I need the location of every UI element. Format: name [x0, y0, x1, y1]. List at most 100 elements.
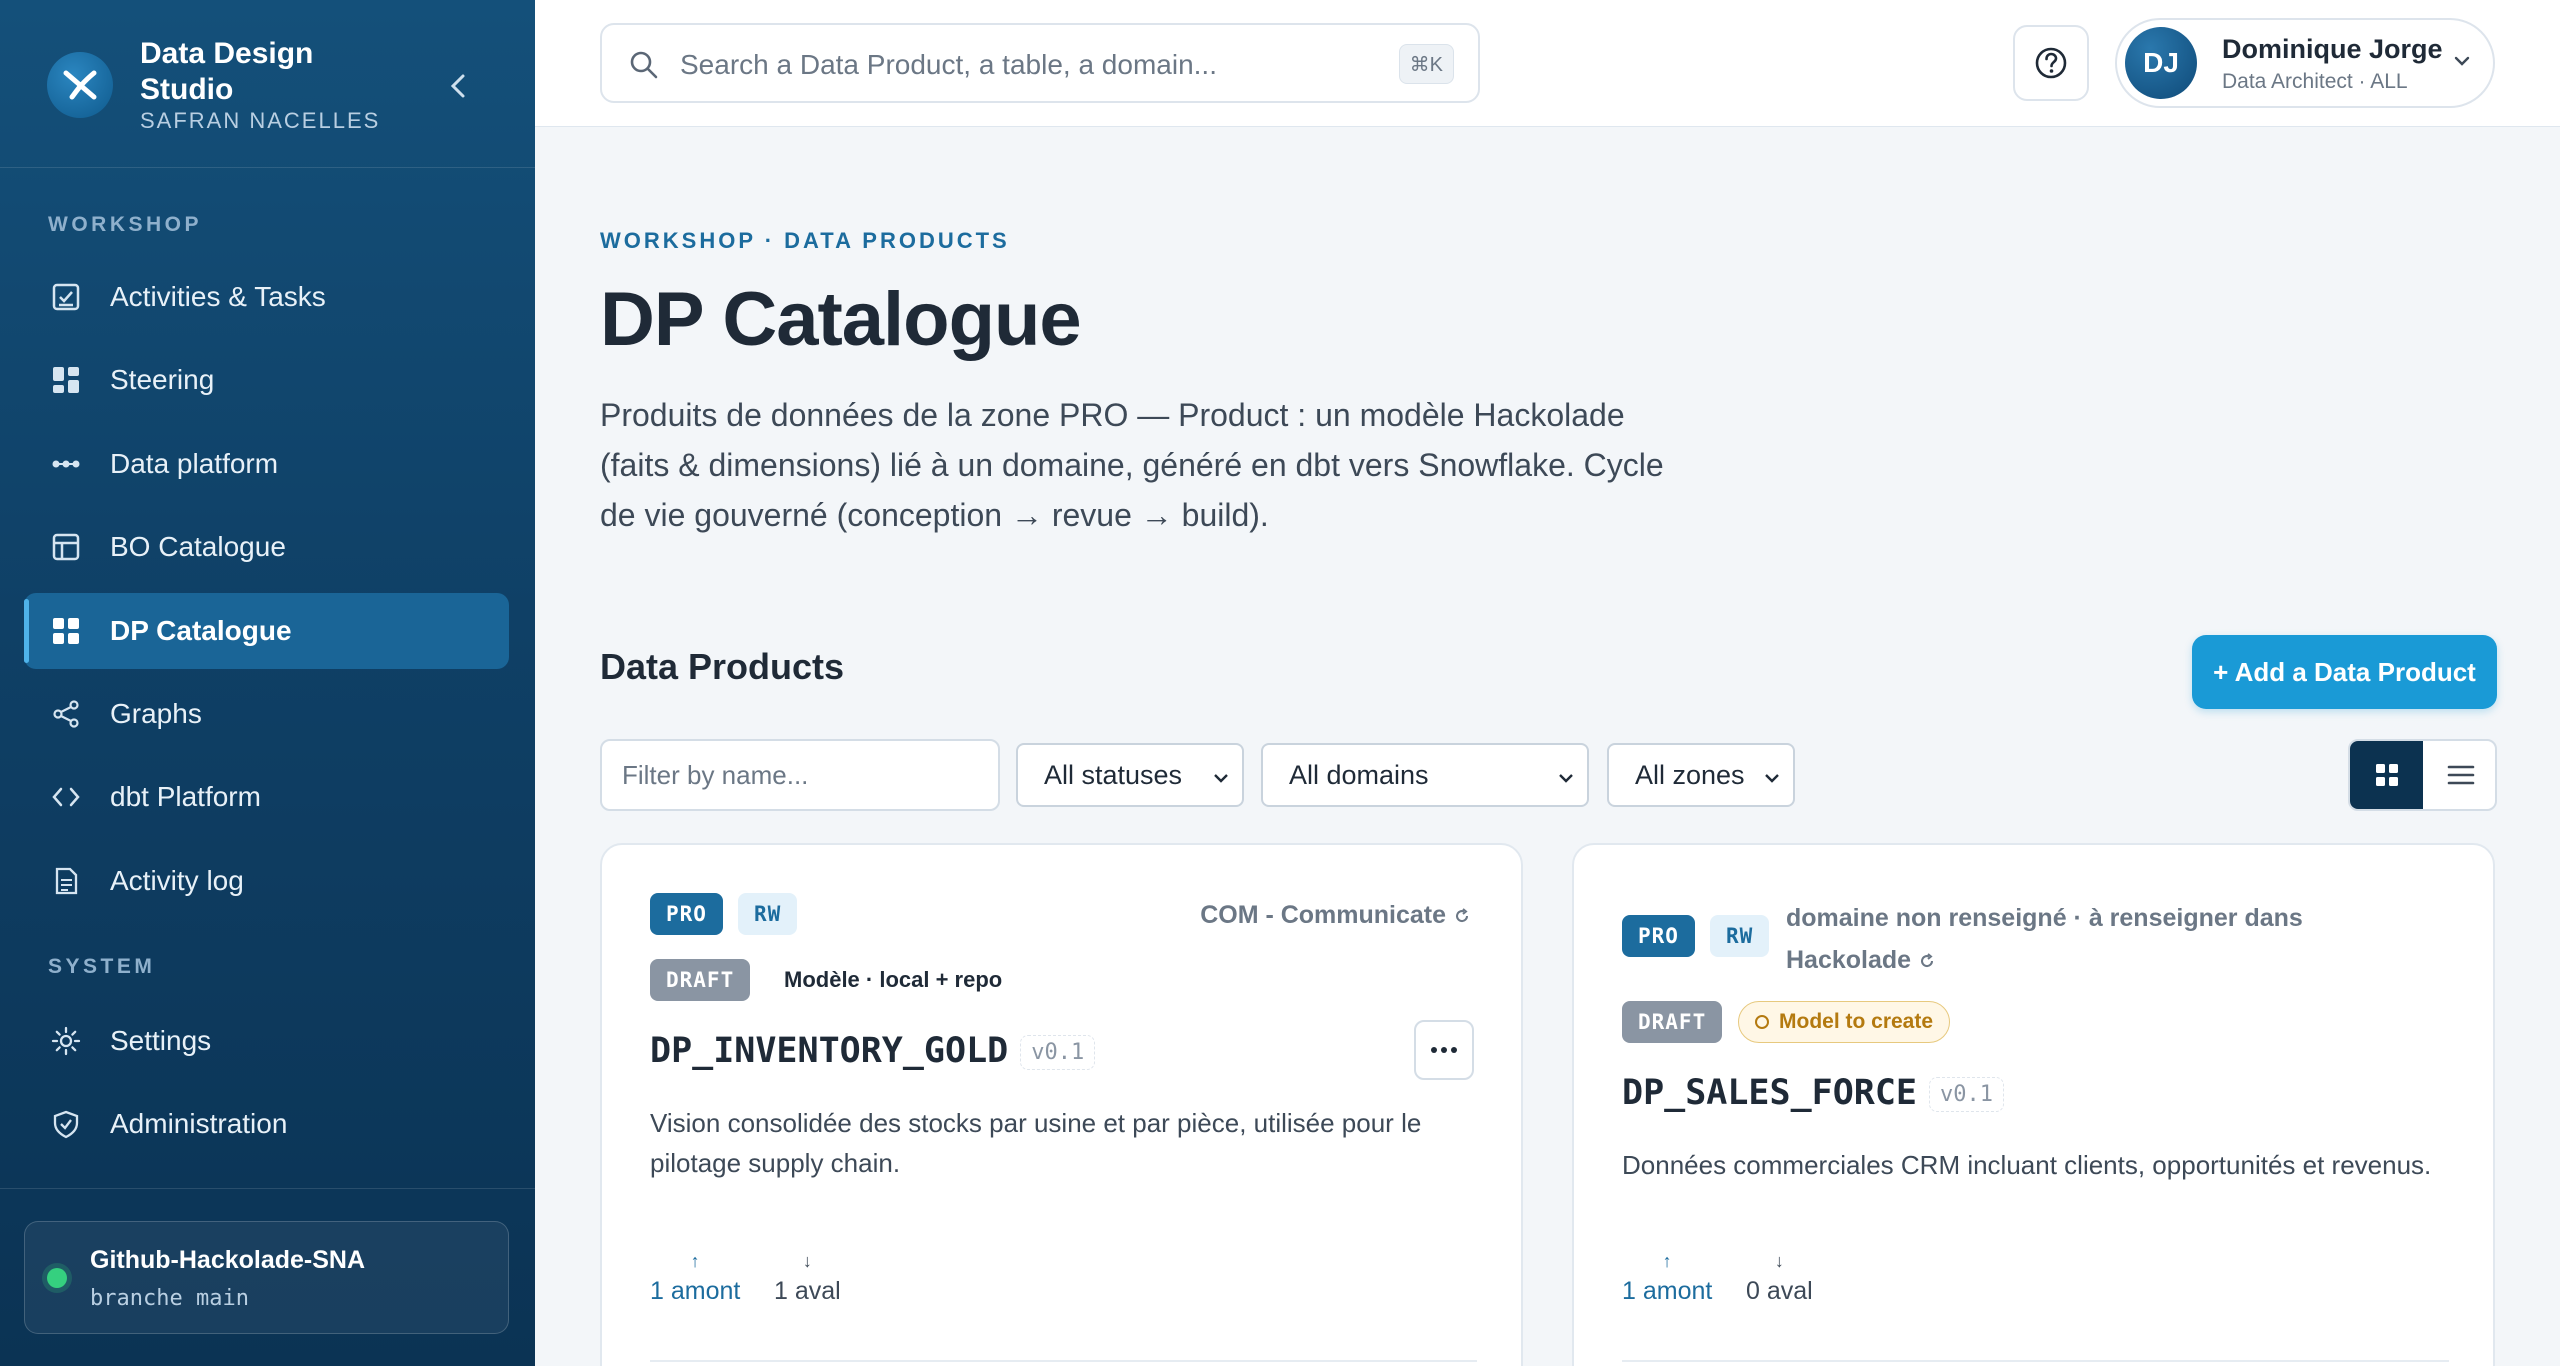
avatar: DJ: [2125, 27, 2197, 99]
chevron-down-icon: [1555, 765, 1577, 796]
page-description: Produits de données de la zone PRO — Pro…: [600, 397, 1664, 533]
more-options-button[interactable]: [1414, 1020, 1474, 1080]
checklist-icon: [50, 281, 82, 313]
repo-branch: branche main: [90, 1286, 249, 1311]
section-label-workshop: WORKSHOP: [48, 213, 202, 236]
data-product-name: DP_INVENTORY_GOLD v0.1: [650, 1031, 1096, 1071]
more-horizontal-icon: [1431, 1047, 1457, 1053]
sidebar-item-label: Graphs: [110, 698, 202, 729]
grid-view-button[interactable]: [2350, 741, 2423, 809]
model-note: Modèle · local + repo: [784, 967, 1003, 992]
chevron-down-icon: [1761, 765, 1783, 796]
sync-icon: [1921, 953, 1934, 968]
data-product-name-text: DP_SALES_FORCE: [1622, 1073, 1918, 1113]
sidebar-item-label: Activity log: [110, 865, 244, 896]
data-product-card[interactable]: PRO RW COM - Communicate DRAFT Modèle · …: [600, 843, 1523, 1366]
card-divider: [1622, 1360, 2449, 1362]
upstream-link[interactable]: ↑ 1 amont: [650, 1251, 740, 1306]
document-icon: [50, 865, 82, 897]
arrow-up-icon: ↑: [1662, 1251, 1672, 1271]
view-toggle: [2348, 739, 2497, 811]
downstream-count: 1 aval: [774, 1277, 841, 1305]
card-divider: [650, 1360, 1477, 1362]
sync-icon: [1456, 908, 1469, 923]
add-data-product-button[interactable]: + Add a Data Product: [2192, 635, 2497, 709]
sidebar-item-activities[interactable]: Activities & Tasks: [24, 259, 509, 335]
filter-by-name-input[interactable]: Filter by name...: [600, 739, 1000, 811]
warning-text: Model to create: [1779, 1010, 1934, 1033]
pipeline-icon: [50, 448, 82, 480]
data-product-name: DP_SALES_FORCE v0.1: [1622, 1073, 2004, 1113]
data-product-card[interactable]: PRO RW domaine non renseigné · à renseig…: [1572, 843, 2495, 1366]
chevron-down-icon: [2451, 50, 2473, 77]
status-select-value: All statuses: [1044, 759, 1183, 790]
zone-badge: PRO: [650, 893, 723, 935]
domain-text: COM - Communicate: [1200, 901, 1447, 929]
domain-label[interactable]: domaine non renseigné · à renseigner dan…: [1786, 897, 2406, 981]
downstream-count: 0 aval: [1746, 1277, 1813, 1305]
list-view-button[interactable]: [2424, 741, 2495, 809]
share-icon: [50, 698, 82, 730]
sidebar: Data Design Studio SAFRAN NACELLES WORKS…: [0, 0, 535, 1366]
sidebar-item-label: Steering: [110, 364, 215, 395]
topbar: Search a Data Product, a table, a domain…: [535, 0, 2560, 127]
brand-header: Data Design Studio SAFRAN NACELLES: [0, 0, 535, 168]
sidebar-item-bo-catalogue[interactable]: BO Catalogue: [24, 509, 509, 585]
version-badge: v0.1: [1929, 1076, 2004, 1112]
chevron-left-icon: [450, 74, 465, 98]
user-menu[interactable]: DJ Dominique Jorge Data Architect · ALL: [2115, 18, 2495, 108]
brand-subtitle: SAFRAN NACELLES: [140, 108, 381, 133]
repo-name: Github-Hackolade-SNA: [90, 1246, 366, 1274]
downstream-link[interactable]: ↓ 1 aval: [774, 1251, 841, 1306]
data-product-description: Données commerciales CRM incluant client…: [1622, 1150, 2432, 1180]
zone-select-value: All zones: [1635, 759, 1745, 790]
upstream-link[interactable]: ↑ 1 amont: [1622, 1251, 1712, 1306]
domain-select[interactable]: All domains: [1261, 743, 1589, 807]
circle-icon: [1755, 1015, 1769, 1029]
layout-icon: [50, 531, 82, 563]
arrow-down-icon: ↓: [802, 1251, 812, 1271]
access-badge: RW: [1710, 915, 1770, 957]
sidebar-item-label: Activities & Tasks: [110, 281, 326, 312]
sidebar-item-settings[interactable]: Settings: [24, 1003, 509, 1079]
sidebar-item-activity-log[interactable]: Activity log: [24, 843, 509, 919]
warning-badge: Model to create: [1738, 1001, 1951, 1043]
help-button[interactable]: [2013, 25, 2089, 101]
sidebar-item-label: Settings: [110, 1025, 212, 1056]
sidebar-item-label: Administration: [110, 1108, 288, 1139]
code-icon: [50, 781, 82, 813]
breadcrumb: WORKSHOP · DATA PRODUCTS: [600, 228, 1010, 253]
domain-label[interactable]: COM - Communicate: [1200, 901, 1471, 930]
sidebar-item-dp-catalogue[interactable]: DP Catalogue: [24, 593, 509, 669]
help-icon: [2035, 47, 2067, 79]
zone-badge: PRO: [1622, 915, 1695, 957]
list-icon: [2447, 765, 2474, 785]
status-dot-icon: [47, 1268, 67, 1288]
sidebar-item-steering[interactable]: Steering: [24, 342, 509, 418]
sidebar-item-graphs[interactable]: Graphs: [24, 676, 509, 752]
sidebar-item-label: Data platform: [110, 448, 279, 479]
downstream-link[interactable]: ↓ 0 aval: [1746, 1251, 1813, 1306]
status-badge: DRAFT: [650, 959, 751, 1001]
sidebar-item-administration[interactable]: Administration: [24, 1086, 509, 1162]
zone-select[interactable]: All zones: [1607, 743, 1795, 807]
sidebar-item-data-platform[interactable]: Data platform: [24, 426, 509, 502]
sidebar-item-label: BO Catalogue: [110, 531, 286, 562]
upstream-count: 1 amont: [1622, 1277, 1713, 1305]
collapse-sidebar-button[interactable]: [440, 68, 476, 104]
status-badge: DRAFT: [1622, 1001, 1723, 1043]
grid-icon: [2375, 764, 2398, 786]
data-product-description: Vision consolidée des stocks par usine e…: [650, 1108, 1422, 1178]
repo-status-card[interactable]: Github-Hackolade-SNA branche main: [24, 1221, 509, 1334]
shortcut-hint: ⌘K: [1398, 44, 1454, 84]
search-input[interactable]: Search a Data Product, a table, a domain…: [680, 49, 1217, 81]
brand-logo-icon: [47, 52, 113, 118]
data-product-name-text: DP_INVENTORY_GOLD: [650, 1031, 1009, 1071]
search-icon: [628, 49, 660, 86]
status-select[interactable]: All statuses: [1016, 743, 1244, 807]
section-title: Data Products: [600, 646, 845, 687]
user-name: Dominique Jorge: [2222, 34, 2443, 64]
section-label-system: SYSTEM: [48, 955, 156, 978]
global-search[interactable]: Search a Data Product, a table, a domain…: [600, 23, 1480, 103]
sidebar-item-dbt-platform[interactable]: dbt Platform: [24, 759, 509, 835]
